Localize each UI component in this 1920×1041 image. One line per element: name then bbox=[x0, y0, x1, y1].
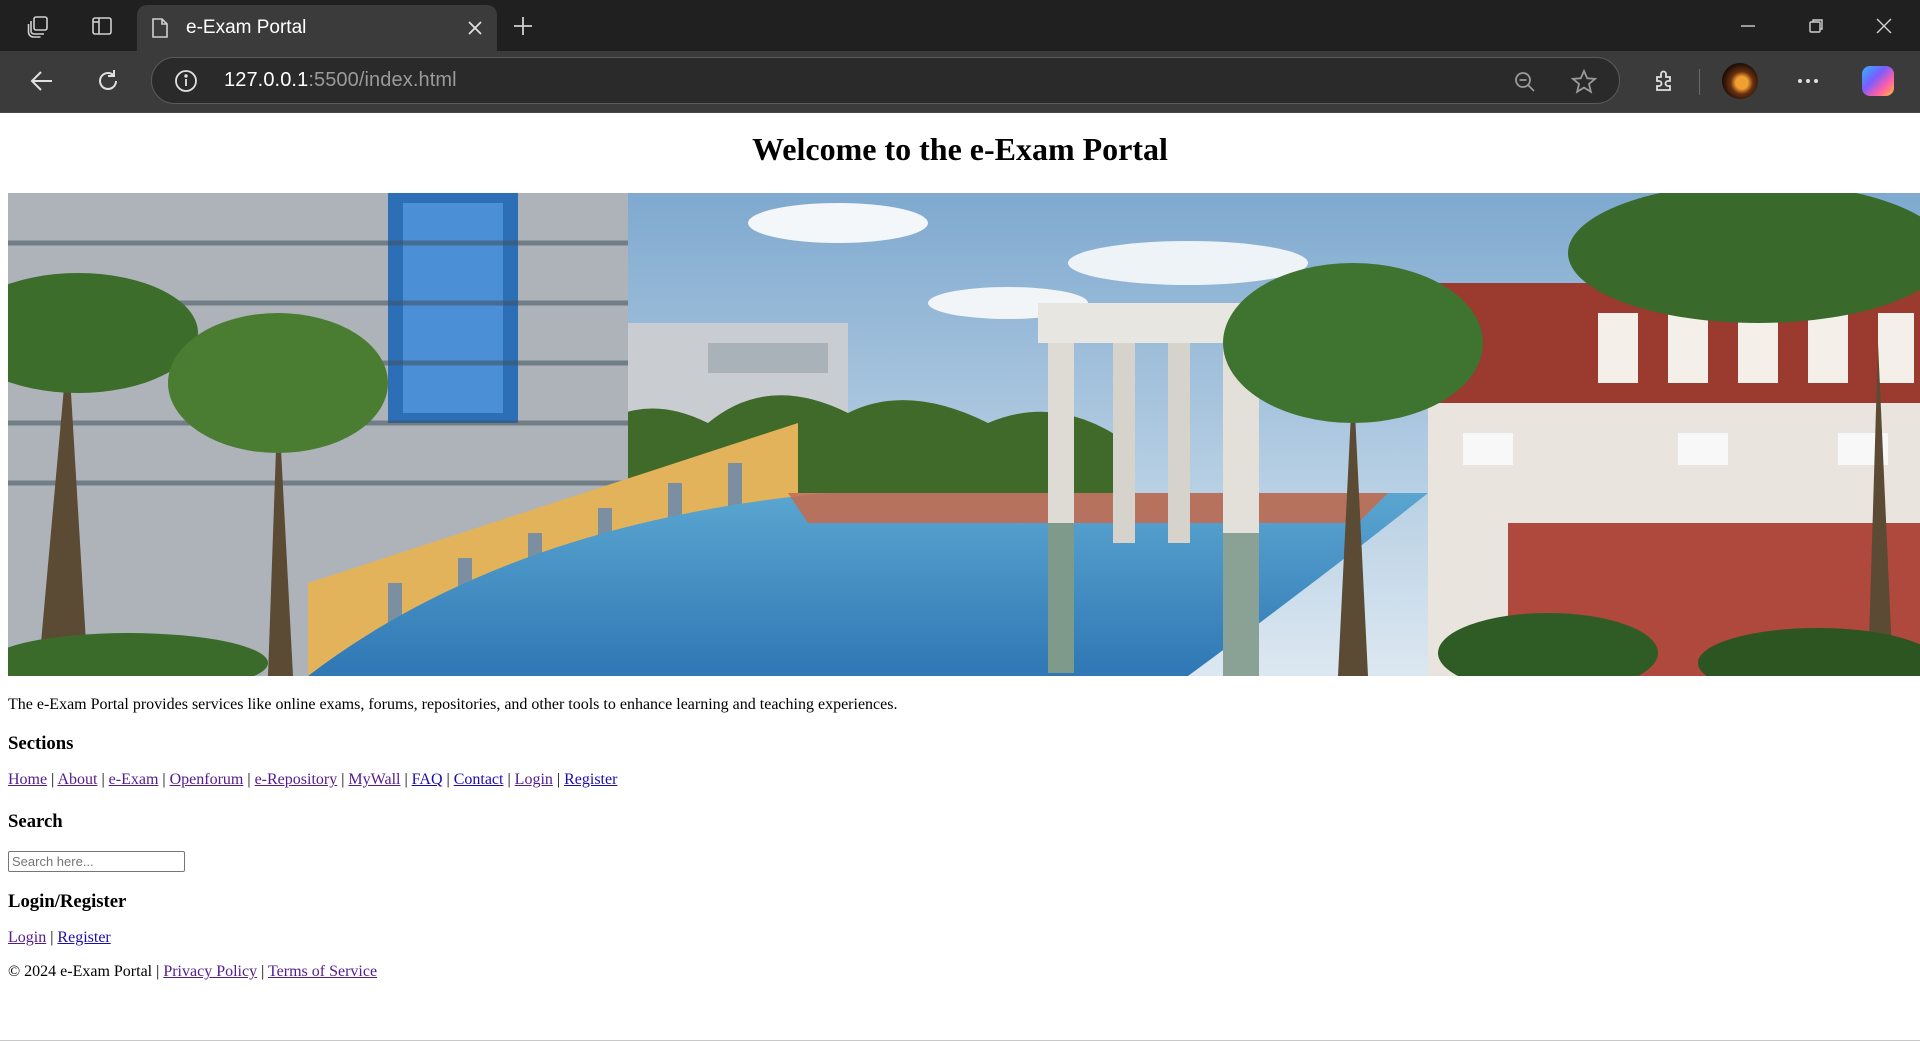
footer: © 2024 e-Exam Portal | Privacy Policy | … bbox=[8, 963, 377, 981]
link-separator: | bbox=[446, 771, 450, 788]
vertical-tabs-icon[interactable] bbox=[86, 12, 118, 40]
nav-link-mywall[interactable]: MyWall bbox=[348, 771, 400, 788]
link-separator: | bbox=[247, 771, 251, 788]
login-register-heading: Login/Register bbox=[8, 891, 127, 912]
sections-heading: Sections bbox=[8, 733, 74, 754]
address-bar[interactable]: 127.0.0.1:5500/index.html bbox=[151, 57, 1620, 104]
close-window-icon[interactable] bbox=[1869, 12, 1899, 40]
nav-link-e-repository[interactable]: e-Repository bbox=[255, 771, 338, 788]
register-link[interactable]: Register bbox=[57, 929, 110, 946]
profile-avatar[interactable] bbox=[1722, 63, 1758, 99]
link-separator: | bbox=[556, 771, 561, 788]
favorite-star-icon[interactable] bbox=[1570, 68, 1598, 100]
web-page: Welcome to the e-Exam Portal The e-Exam … bbox=[0, 113, 1920, 1041]
copyright-text: © 2024 e-Exam Portal | bbox=[8, 963, 160, 980]
privacy-policy-link[interactable]: Privacy Policy bbox=[163, 963, 257, 980]
extensions-icon[interactable] bbox=[1649, 65, 1681, 97]
url-text[interactable]: 127.0.0.1:5500/index.html bbox=[224, 69, 457, 92]
link-separator: | bbox=[162, 771, 166, 788]
login-link[interactable]: Login bbox=[8, 929, 46, 946]
page-title: Welcome to the e-Exam Portal bbox=[752, 131, 1168, 167]
nav-link-about[interactable]: About bbox=[57, 771, 97, 788]
nav-link-openforum[interactable]: Openforum bbox=[170, 771, 244, 788]
search-input[interactable] bbox=[8, 851, 185, 872]
nav-link-home[interactable]: Home bbox=[8, 771, 47, 788]
sections-nav: Home | About | e-Exam | Openforum | e-Re… bbox=[8, 771, 617, 789]
url-path: :5500/index.html bbox=[308, 69, 457, 91]
browser-toolbar: 127.0.0.1:5500/index.html bbox=[0, 51, 1920, 113]
terms-of-service-link[interactable]: Terms of Service bbox=[268, 963, 377, 980]
link-separator: | bbox=[261, 963, 265, 980]
browser-tab-bar: e-Exam Portal bbox=[0, 0, 1920, 51]
link-separator: | bbox=[51, 771, 55, 788]
more-options-icon[interactable] bbox=[1792, 65, 1824, 97]
active-tab[interactable]: e-Exam Portal bbox=[137, 5, 497, 51]
back-icon[interactable] bbox=[26, 65, 58, 97]
nav-link-register[interactable]: Register bbox=[564, 771, 617, 788]
login-register-links: Login | Register bbox=[8, 929, 111, 947]
link-separator: | bbox=[404, 771, 408, 788]
link-separator: | bbox=[101, 771, 105, 788]
tab-title: e-Exam Portal bbox=[186, 17, 307, 38]
nav-link-faq[interactable]: FAQ bbox=[412, 771, 443, 788]
link-separator: | bbox=[507, 771, 511, 788]
site-info-icon[interactable] bbox=[174, 69, 198, 98]
intro-text: The e-Exam Portal provides services like… bbox=[8, 696, 898, 713]
toolbar-divider bbox=[1699, 69, 1700, 95]
page-icon bbox=[151, 17, 169, 44]
nav-link-e-exam[interactable]: e-Exam bbox=[109, 771, 159, 788]
nav-link-login[interactable]: Login bbox=[515, 771, 553, 788]
url-host: 127.0.0.1 bbox=[224, 69, 309, 91]
search-heading: Search bbox=[8, 811, 63, 832]
link-separator: | bbox=[50, 929, 54, 946]
link-separator: | bbox=[341, 771, 345, 788]
minimize-icon[interactable] bbox=[1733, 12, 1763, 40]
new-tab-icon[interactable] bbox=[508, 11, 538, 41]
reload-icon[interactable] bbox=[92, 65, 124, 97]
close-tab-icon[interactable] bbox=[463, 16, 487, 40]
workspaces-icon[interactable] bbox=[22, 12, 54, 40]
campus-hero-image bbox=[8, 193, 1920, 676]
restore-icon[interactable] bbox=[1801, 12, 1831, 40]
copilot-icon[interactable] bbox=[1862, 66, 1894, 96]
nav-link-contact[interactable]: Contact bbox=[454, 771, 504, 788]
zoom-out-icon[interactable] bbox=[1513, 70, 1537, 99]
